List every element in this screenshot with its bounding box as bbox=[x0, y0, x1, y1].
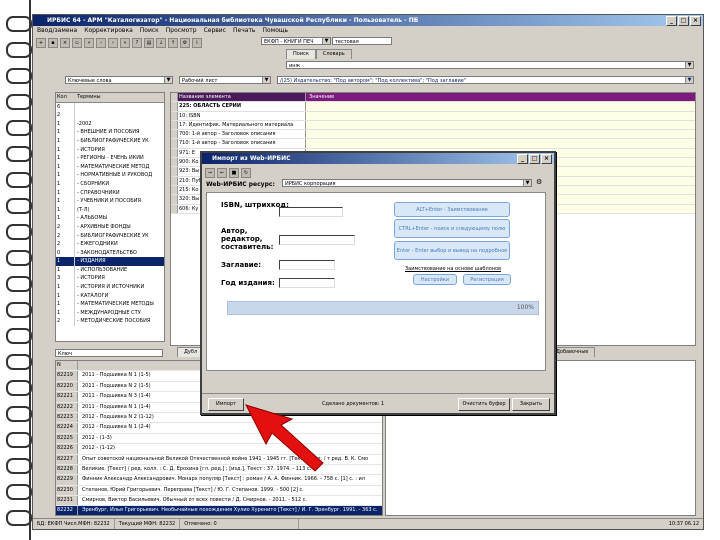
annotation-arrow bbox=[245, 404, 324, 472]
red-arrow-icon bbox=[245, 404, 324, 472]
